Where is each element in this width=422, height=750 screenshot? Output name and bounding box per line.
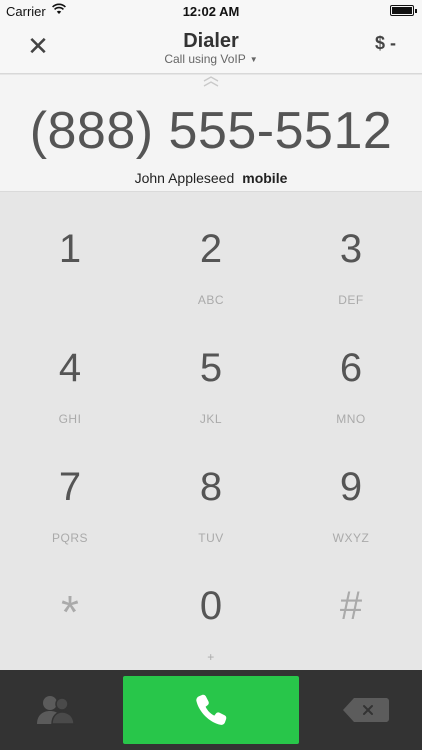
keypad: 1 2 ABC 3 DEF 4 GHI 5 JKL 6 MNO 7 PQRS 8…: [0, 193, 422, 670]
phone-icon: [196, 694, 227, 725]
bottom-bar: [0, 670, 422, 750]
key-digit: 7: [58, 465, 82, 509]
key-letters: DEF: [338, 293, 364, 307]
key-letters: PQRS: [51, 531, 88, 545]
battery-icon: [390, 5, 417, 16]
status-bar: Carrier 12:02 AM: [0, 0, 422, 22]
key-3[interactable]: 3 DEF: [281, 193, 421, 312]
key-digit: 9: [339, 465, 363, 509]
contact-number-type: mobile: [242, 170, 288, 186]
key-digit: 2: [199, 227, 223, 271]
key-digit: 0: [199, 584, 223, 628]
key-letters: JKL: [199, 412, 223, 426]
backspace-button[interactable]: [342, 697, 390, 723]
contacts-icon: [37, 696, 75, 725]
backspace-icon: [343, 698, 389, 722]
page-title: Dialer: [183, 30, 239, 52]
key-digit: 4: [58, 346, 82, 390]
nav-header: ✕ Dialer Call using VoIP ▼ $ -: [0, 22, 422, 74]
key-hash[interactable]: #: [281, 550, 421, 669]
key-digit: 1: [58, 227, 82, 271]
call-method-label: Call using VoIP: [164, 52, 246, 66]
key-5[interactable]: 5 JKL: [141, 312, 281, 431]
key-letters: GHI: [58, 412, 82, 426]
key-digit: *: [61, 586, 79, 638]
clock: 12:02 AM: [182, 4, 240, 19]
contacts-button[interactable]: [34, 694, 78, 726]
key-letters: +: [207, 650, 215, 664]
key-digit: #: [339, 584, 363, 628]
key-8[interactable]: 8 TUV: [141, 431, 281, 550]
dialed-number[interactable]: (888) 555-5512: [0, 101, 422, 161]
call-method-selector[interactable]: Call using VoIP ▼: [0, 52, 422, 66]
key-digit: 8: [199, 465, 223, 509]
key-9[interactable]: 9 WXYZ: [281, 431, 421, 550]
key-0[interactable]: 0 +: [141, 550, 281, 669]
key-letters: WXYZ: [332, 531, 370, 545]
key-7[interactable]: 7 PQRS: [0, 431, 140, 550]
contact-name: John Appleseed: [134, 170, 235, 186]
key-digit: 6: [339, 346, 363, 390]
key-digit: 5: [199, 346, 223, 390]
key-digit: 3: [339, 227, 363, 271]
chevron-up-icon[interactable]: [199, 75, 223, 89]
key-star[interactable]: *: [0, 550, 140, 669]
chevron-down-icon: ▼: [249, 55, 258, 64]
number-display: (888) 555-5512 John Appleseed mobile: [0, 75, 422, 192]
key-2[interactable]: 2 ABC: [141, 193, 281, 312]
key-6[interactable]: 6 MNO: [281, 312, 421, 431]
balance-button[interactable]: $ -: [375, 33, 396, 54]
key-letters: TUV: [198, 531, 224, 545]
matched-contact: John Appleseed mobile: [0, 170, 422, 186]
call-button[interactable]: [123, 676, 299, 744]
key-letters: ABC: [197, 293, 225, 307]
key-4[interactable]: 4 GHI: [0, 312, 140, 431]
key-letters: MNO: [336, 412, 366, 426]
key-1[interactable]: 1: [0, 193, 140, 312]
